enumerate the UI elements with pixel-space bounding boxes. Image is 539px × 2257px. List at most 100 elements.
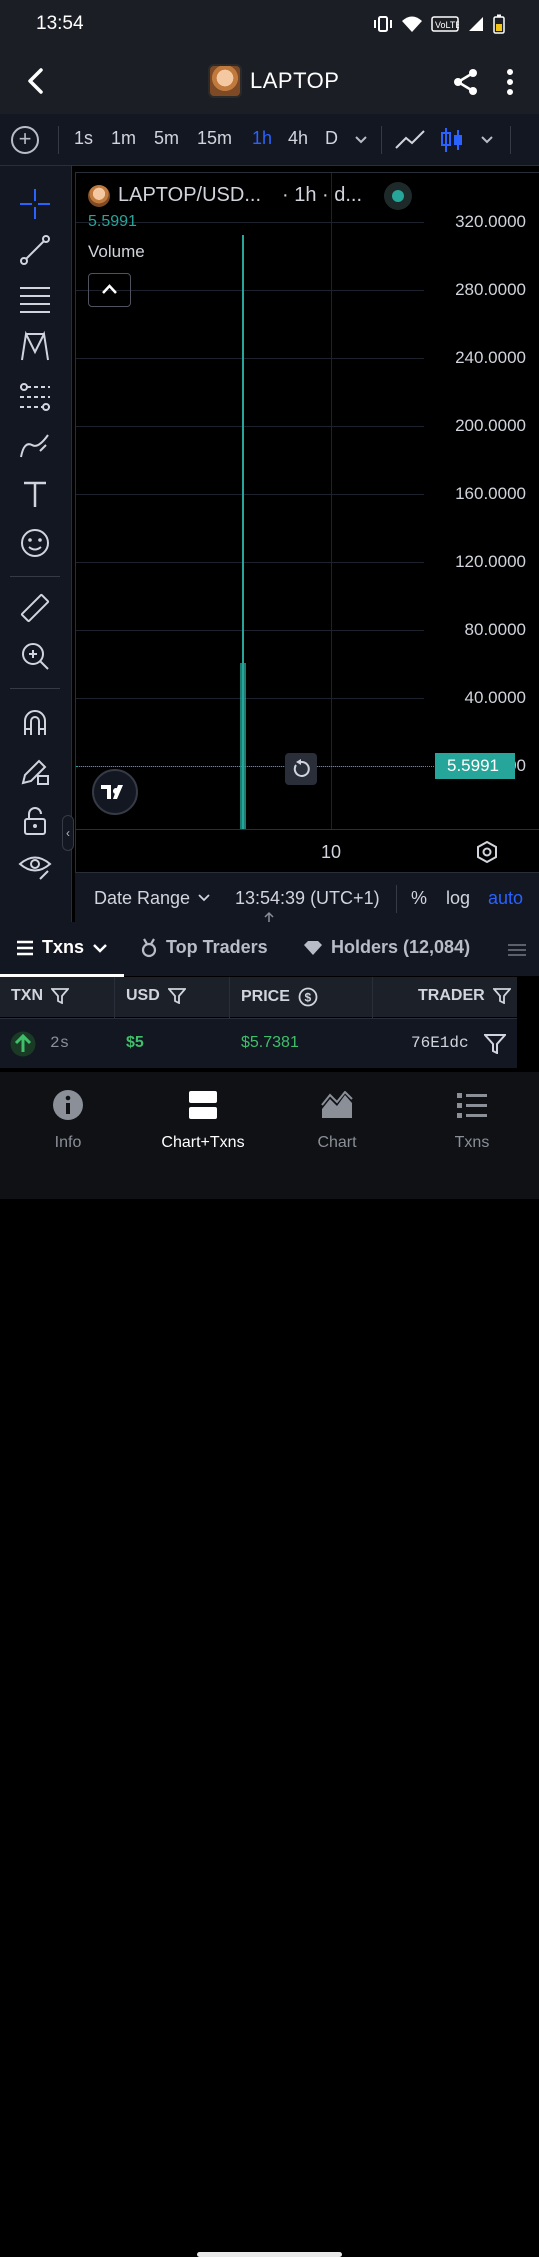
line-chart-type-icon[interactable]: [394, 128, 426, 152]
wifi-icon: [402, 16, 422, 32]
filter-trader-icon[interactable]: [484, 1034, 506, 1054]
pattern-tool[interactable]: [17, 329, 53, 365]
timeframe-4h[interactable]: 4h: [288, 128, 308, 149]
percent-toggle[interactable]: %: [411, 888, 427, 909]
horizontal-gridline: [76, 358, 424, 359]
timeframe-15m[interactable]: 15m: [197, 128, 232, 149]
brush-tool[interactable]: [17, 428, 53, 464]
timeframe-1h[interactable]: 1h: [252, 128, 272, 149]
timeframe-1m[interactable]: 1m: [111, 128, 136, 149]
timeframe-d[interactable]: D: [325, 128, 338, 149]
column-trader[interactable]: TRADER: [418, 987, 511, 1005]
nav-info[interactable]: Info: [18, 1088, 118, 1152]
log-toggle[interactable]: log: [446, 888, 470, 909]
drawing-tools-panel: [0, 166, 72, 922]
vertical-gridline: [331, 173, 332, 829]
signal-icon: [469, 17, 483, 31]
table-row[interactable]: 2s $5 $5.7381 76E1dc: [0, 1018, 517, 1068]
reset-icon: [293, 759, 310, 777]
candlestick-icon[interactable]: [440, 126, 464, 154]
date-range-chevron-icon[interactable]: [198, 894, 210, 902]
volte-icon: VoLTE: [431, 16, 459, 32]
price-tick: 40.0000: [464, 688, 526, 707]
nav-chart-label: Chart: [317, 1134, 357, 1151]
more-vert-icon[interactable]: [503, 68, 517, 96]
buy-arrow-icon: [10, 1031, 36, 1057]
price-tick: 320.0000: [455, 212, 526, 231]
tab-holders[interactable]: Holders (12,084): [303, 937, 470, 958]
app-header: LAPTOP: [0, 50, 539, 114]
zoom-tool[interactable]: [17, 638, 53, 674]
transactions-tabs: Txns Top Traders Holders (12,084): [0, 922, 539, 977]
status-bar: 13:54 VoLTE: [0, 0, 539, 50]
horizontal-lines-icon: [20, 287, 50, 313]
lock-drawings-tool[interactable]: [17, 753, 53, 789]
pair-name: LAPTOP/USD...: [118, 184, 262, 206]
tab-txns[interactable]: Txns: [16, 937, 108, 958]
column-txn[interactable]: TXN: [11, 987, 69, 1005]
more-tabs-icon[interactable]: [507, 942, 527, 958]
share-icon[interactable]: [452, 68, 480, 96]
column-price-label: PRICE: [241, 988, 290, 1005]
collapse-legend-button[interactable]: [88, 273, 131, 307]
price-tick: 160.0000: [455, 484, 526, 503]
nav-txns[interactable]: Txns: [422, 1088, 522, 1152]
trend-line-tool[interactable]: [17, 232, 53, 268]
pair-avatar: [88, 185, 110, 207]
pair-interval: · 1h · d...: [282, 184, 363, 206]
timeframe-chevron-down-icon[interactable]: [354, 135, 368, 145]
add-symbol-button[interactable]: +: [11, 126, 39, 154]
time-axis[interactable]: 10: [76, 829, 539, 873]
visibility-tool[interactable]: [17, 848, 53, 884]
collapse-toolbar-button[interactable]: ‹: [62, 815, 74, 851]
price-tick: 120.0000: [455, 552, 526, 571]
ruler-icon: [20, 593, 50, 623]
tab-top-traders[interactable]: Top Traders: [140, 937, 268, 958]
smiley-icon: [21, 529, 49, 557]
tradingview-icon: [101, 785, 123, 799]
reset-chart-button[interactable]: [285, 753, 317, 785]
measure-tool[interactable]: [17, 590, 53, 626]
column-price[interactable]: PRICE $: [241, 987, 318, 1007]
brush-icon: [20, 434, 49, 458]
price-tick: 80.0000: [464, 620, 526, 639]
bottom-navigation: Info Chart+Txns Chart Txns: [0, 1072, 539, 2257]
magnet-tool[interactable]: [17, 705, 53, 741]
unlock-tool[interactable]: [17, 803, 53, 839]
forecast-tool[interactable]: [17, 379, 53, 415]
column-usd[interactable]: USD: [126, 987, 186, 1005]
tab-txns-label: Txns: [42, 937, 85, 957]
timeframe-1s[interactable]: 1s: [74, 128, 93, 149]
column-usd-label: USD: [126, 987, 160, 1004]
chart-type-chevron-down-icon[interactable]: [480, 135, 494, 145]
crosshair-tool[interactable]: [17, 186, 53, 222]
nav-chart-txns[interactable]: Chart+Txns: [153, 1088, 253, 1152]
forecast-icon: [20, 383, 50, 411]
fib-tool[interactable]: [17, 281, 53, 317]
volume-label[interactable]: Volume: [88, 242, 145, 262]
date-range-button[interactable]: Date Range: [94, 888, 190, 909]
nav-chart[interactable]: Chart: [287, 1088, 387, 1152]
toolbar-divider: [510, 126, 511, 154]
timeframe-5m[interactable]: 5m: [154, 128, 179, 149]
home-indicator[interactable]: [197, 2252, 342, 2257]
list-icon: [457, 1093, 487, 1118]
txn-trader[interactable]: 76E1dc: [411, 1034, 469, 1052]
medal-icon: [141, 937, 157, 957]
trend-line-icon: [20, 235, 50, 265]
back-arrow-icon[interactable]: [22, 66, 52, 96]
column-txn-label: TXN: [11, 987, 43, 1004]
table-header: TXN USD PRICE $ TRADER: [0, 977, 517, 1017]
price-chart[interactable]: LAPTOP/USD... · 1h · d... 5.5991 Volume …: [75, 172, 539, 872]
txn-age: 2s: [50, 1034, 70, 1052]
emoji-tool[interactable]: [17, 525, 53, 561]
txn-price: $5.7381: [241, 1034, 299, 1051]
text-tool[interactable]: [17, 476, 53, 512]
battery-icon: [493, 14, 505, 34]
eye-icon: [18, 856, 52, 880]
txn-usd: $5: [126, 1034, 144, 1051]
utc-clock[interactable]: 13:54:39 (UTC+1): [235, 888, 380, 909]
chart-settings-icon[interactable]: [476, 841, 498, 863]
auto-toggle[interactable]: auto: [488, 888, 523, 909]
tradingview-logo[interactable]: [92, 769, 138, 815]
